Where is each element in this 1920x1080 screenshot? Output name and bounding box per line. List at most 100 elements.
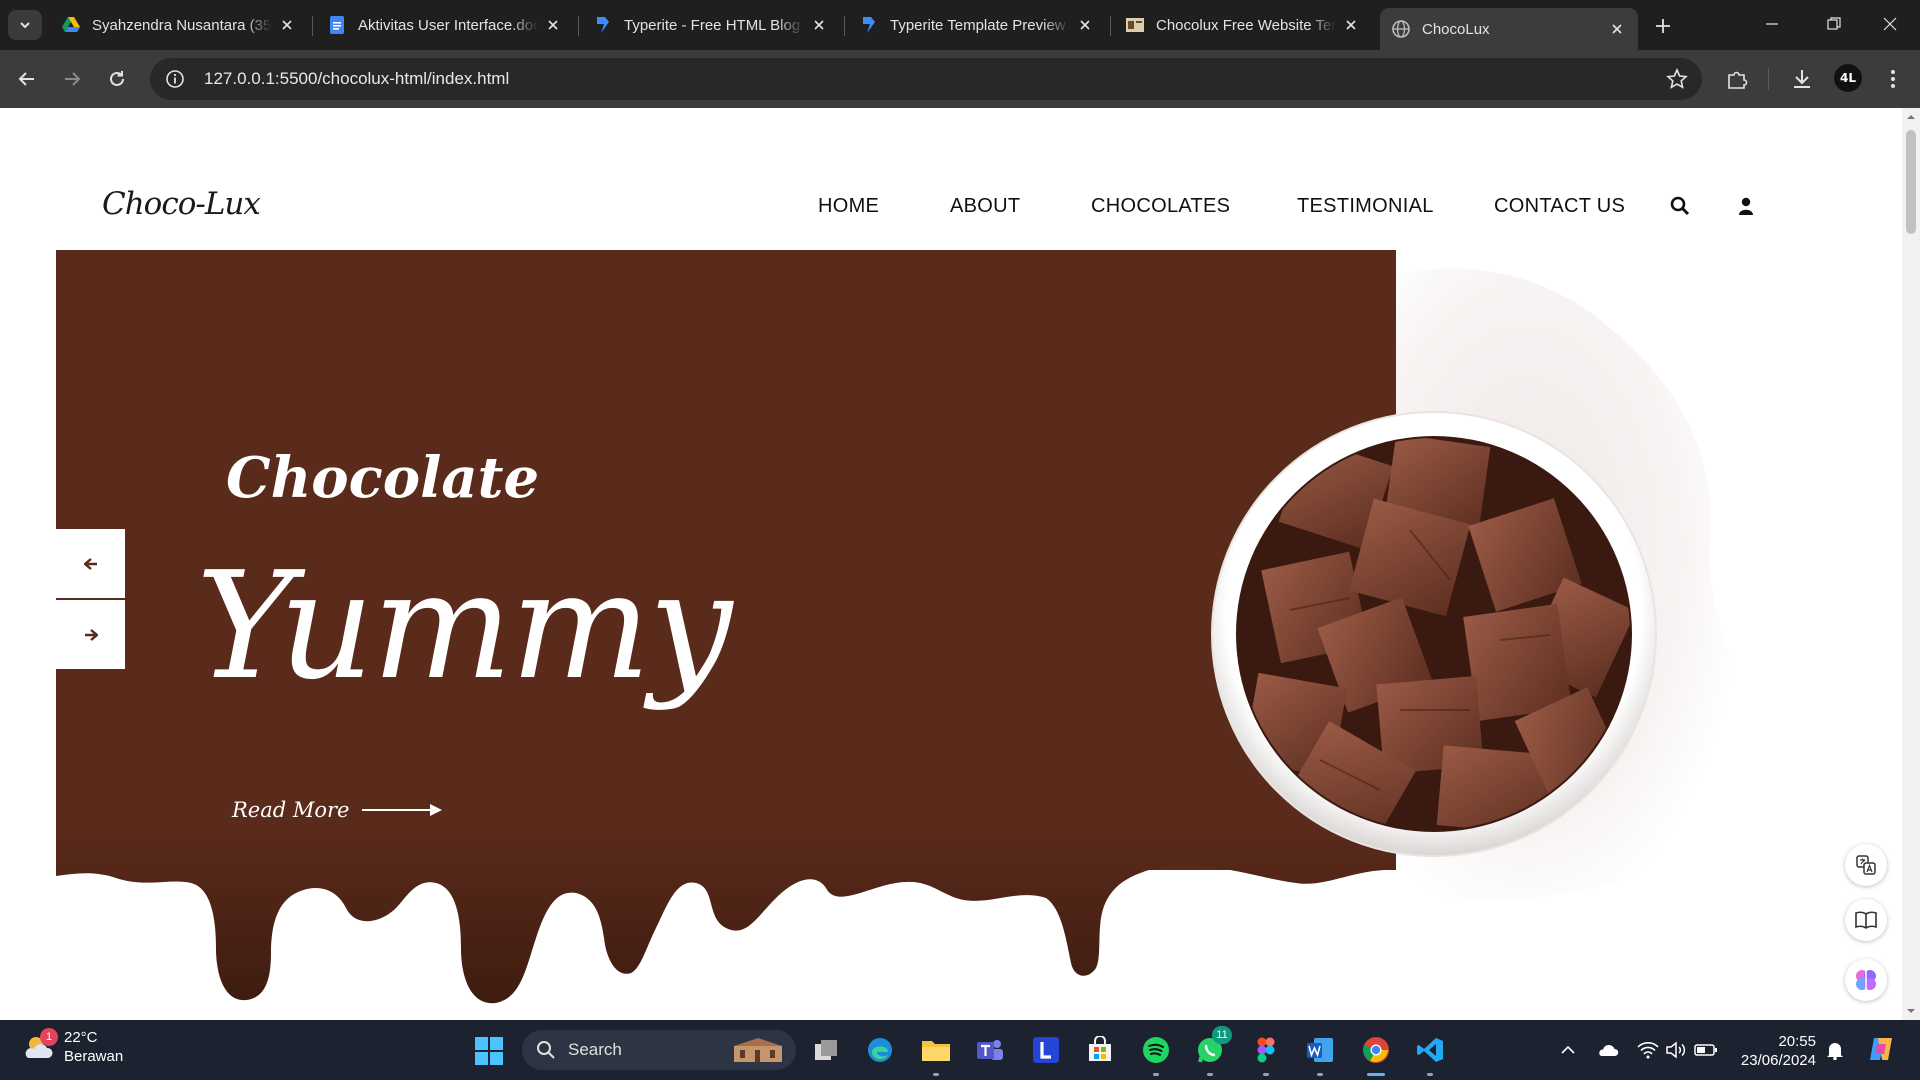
whatsapp-app[interactable]: 11	[1192, 1026, 1232, 1076]
forward-button[interactable]	[55, 62, 89, 96]
site-info-icon[interactable]	[164, 68, 186, 90]
close-tab-icon[interactable]	[544, 16, 562, 34]
tab-title: ChocoLux	[1422, 20, 1490, 38]
tab-separator	[1110, 16, 1111, 36]
nav-home[interactable]: HOME	[818, 195, 879, 218]
tab-search-button[interactable]	[8, 10, 42, 40]
new-tab-button[interactable]	[1648, 12, 1678, 40]
launcher-l-app[interactable]	[1028, 1032, 1064, 1068]
browser-tab-bar: Syahzendra Nusantara (35) Aktivitas User…	[0, 0, 1920, 50]
slider-next-button[interactable]	[56, 600, 125, 669]
address-bar[interactable]: 127.0.0.1:5500/chocolux-html/index.html	[150, 58, 1702, 100]
taskbar-search[interactable]: Search	[522, 1030, 796, 1070]
reload-icon	[110, 71, 124, 86]
task-view-icon	[815, 1040, 837, 1060]
scroll-up-arrow-icon[interactable]	[1906, 112, 1916, 122]
read-more-link[interactable]: Read More	[232, 798, 444, 822]
template-icon	[1126, 16, 1144, 34]
typerite-icon	[594, 16, 612, 34]
page-scrollbar[interactable]	[1902, 108, 1920, 1020]
copilot-button[interactable]	[1866, 1034, 1896, 1064]
search-icon[interactable]	[1668, 194, 1692, 218]
close-tab-icon[interactable]	[278, 16, 296, 34]
microsoft-store-app[interactable]	[1082, 1032, 1118, 1068]
puzzle-icon	[1728, 71, 1748, 89]
tab-title: Aktivitas User Interface.docx	[358, 16, 538, 34]
restore-icon	[1827, 17, 1841, 30]
site-logo[interactable]: Choco-Lux	[102, 186, 261, 222]
bell-icon	[1827, 1043, 1843, 1060]
weather-widget[interactable]: 1 22°C Berawan	[22, 1028, 123, 1066]
task-view-app[interactable]	[808, 1032, 844, 1068]
arrow-left-icon	[18, 72, 34, 86]
word-app[interactable]	[1302, 1032, 1338, 1076]
bookmark-star-icon[interactable]	[1666, 68, 1688, 90]
browser-tab[interactable]: Syahzendra Nusantara (35)	[50, 8, 308, 42]
show-hidden-icons-button[interactable]	[1556, 1038, 1580, 1062]
browser-tab[interactable]: Aktivitas User Interface.docx	[316, 8, 574, 42]
file-explorer-app[interactable]	[918, 1032, 954, 1076]
nav-contact-us[interactable]: CONTACT US	[1494, 195, 1625, 218]
chrome-app[interactable]	[1358, 1032, 1394, 1076]
book-icon	[1855, 911, 1877, 929]
wifi-tray[interactable]	[1636, 1038, 1660, 1062]
weather-text: 22°C Berawan	[64, 1028, 123, 1066]
back-button[interactable]	[10, 62, 44, 96]
running-indicator	[1263, 1073, 1269, 1076]
browser-tab[interactable]: Chocolux Free Website Template	[1114, 8, 1372, 42]
scroll-down-arrow-icon[interactable]	[1906, 1006, 1916, 1016]
system-clock[interactable]: 20:55 23/06/2024	[1730, 1032, 1816, 1070]
taskbar-search-placeholder: Search	[568, 1040, 622, 1059]
ai-assistant-button[interactable]	[1845, 959, 1887, 1001]
brain-icon	[1856, 970, 1876, 990]
translate-button[interactable]	[1845, 844, 1887, 886]
slider-prev-button[interactable]	[56, 529, 125, 598]
toolbar-separator	[1768, 68, 1769, 90]
close-tab-icon[interactable]	[810, 16, 828, 34]
folder-icon	[922, 1041, 950, 1061]
vscode-app[interactable]	[1412, 1032, 1448, 1076]
minimize-button[interactable]	[1752, 8, 1792, 40]
reading-mode-button[interactable]	[1845, 899, 1887, 941]
profile-avatar[interactable]: 4L	[1834, 64, 1862, 92]
running-indicator	[1427, 1073, 1433, 1076]
word-icon	[1307, 1038, 1333, 1062]
wifi-icon	[1637, 1042, 1659, 1059]
close-window-button[interactable]	[1870, 8, 1910, 40]
extensions-button[interactable]	[1722, 64, 1752, 94]
browser-tab-active[interactable]: ChocoLux	[1380, 8, 1638, 50]
minimize-icon	[1766, 23, 1778, 25]
browser-tab[interactable]: Typerite Template Preview	[848, 8, 1106, 42]
chevron-down-icon	[20, 22, 30, 29]
nav-about[interactable]: ABOUT	[950, 195, 1020, 218]
reload-button[interactable]	[100, 62, 134, 96]
volume-tray[interactable]	[1664, 1038, 1688, 1062]
vscode-icon	[1417, 1038, 1443, 1062]
spotify-icon	[1143, 1037, 1169, 1063]
close-tab-icon[interactable]	[1608, 20, 1626, 38]
figma-app[interactable]	[1248, 1032, 1284, 1076]
notifications-button[interactable]	[1823, 1038, 1847, 1062]
close-tab-icon[interactable]	[1342, 16, 1360, 34]
running-indicator	[1153, 1073, 1159, 1076]
battery-icon	[1694, 1044, 1717, 1056]
onedrive-tray[interactable]	[1596, 1038, 1620, 1062]
browser-menu-button[interactable]	[1878, 64, 1908, 94]
windows-start-icon[interactable]	[474, 1036, 504, 1066]
tab-separator	[312, 16, 313, 36]
battery-tray[interactable]	[1694, 1038, 1718, 1062]
hero-banner: Chocolate Yummy Read More	[56, 250, 1396, 870]
restore-button[interactable]	[1814, 8, 1854, 40]
edge-app[interactable]	[862, 1032, 898, 1068]
spotify-app[interactable]	[1138, 1032, 1174, 1076]
chrome-icon	[1363, 1037, 1389, 1063]
chocolate-bowl-image	[1211, 411, 1657, 857]
teams-app[interactable]	[972, 1032, 1008, 1068]
downloads-button[interactable]	[1787, 64, 1817, 94]
browser-tab[interactable]: Typerite - Free HTML Blog	[582, 8, 840, 42]
nav-chocolates[interactable]: CHOCOLATES	[1091, 195, 1230, 218]
nav-testimonial[interactable]: TESTIMONIAL	[1297, 195, 1434, 218]
scrollbar-thumb[interactable]	[1906, 130, 1916, 234]
user-icon[interactable]	[1734, 194, 1758, 218]
close-tab-icon[interactable]	[1076, 16, 1094, 34]
